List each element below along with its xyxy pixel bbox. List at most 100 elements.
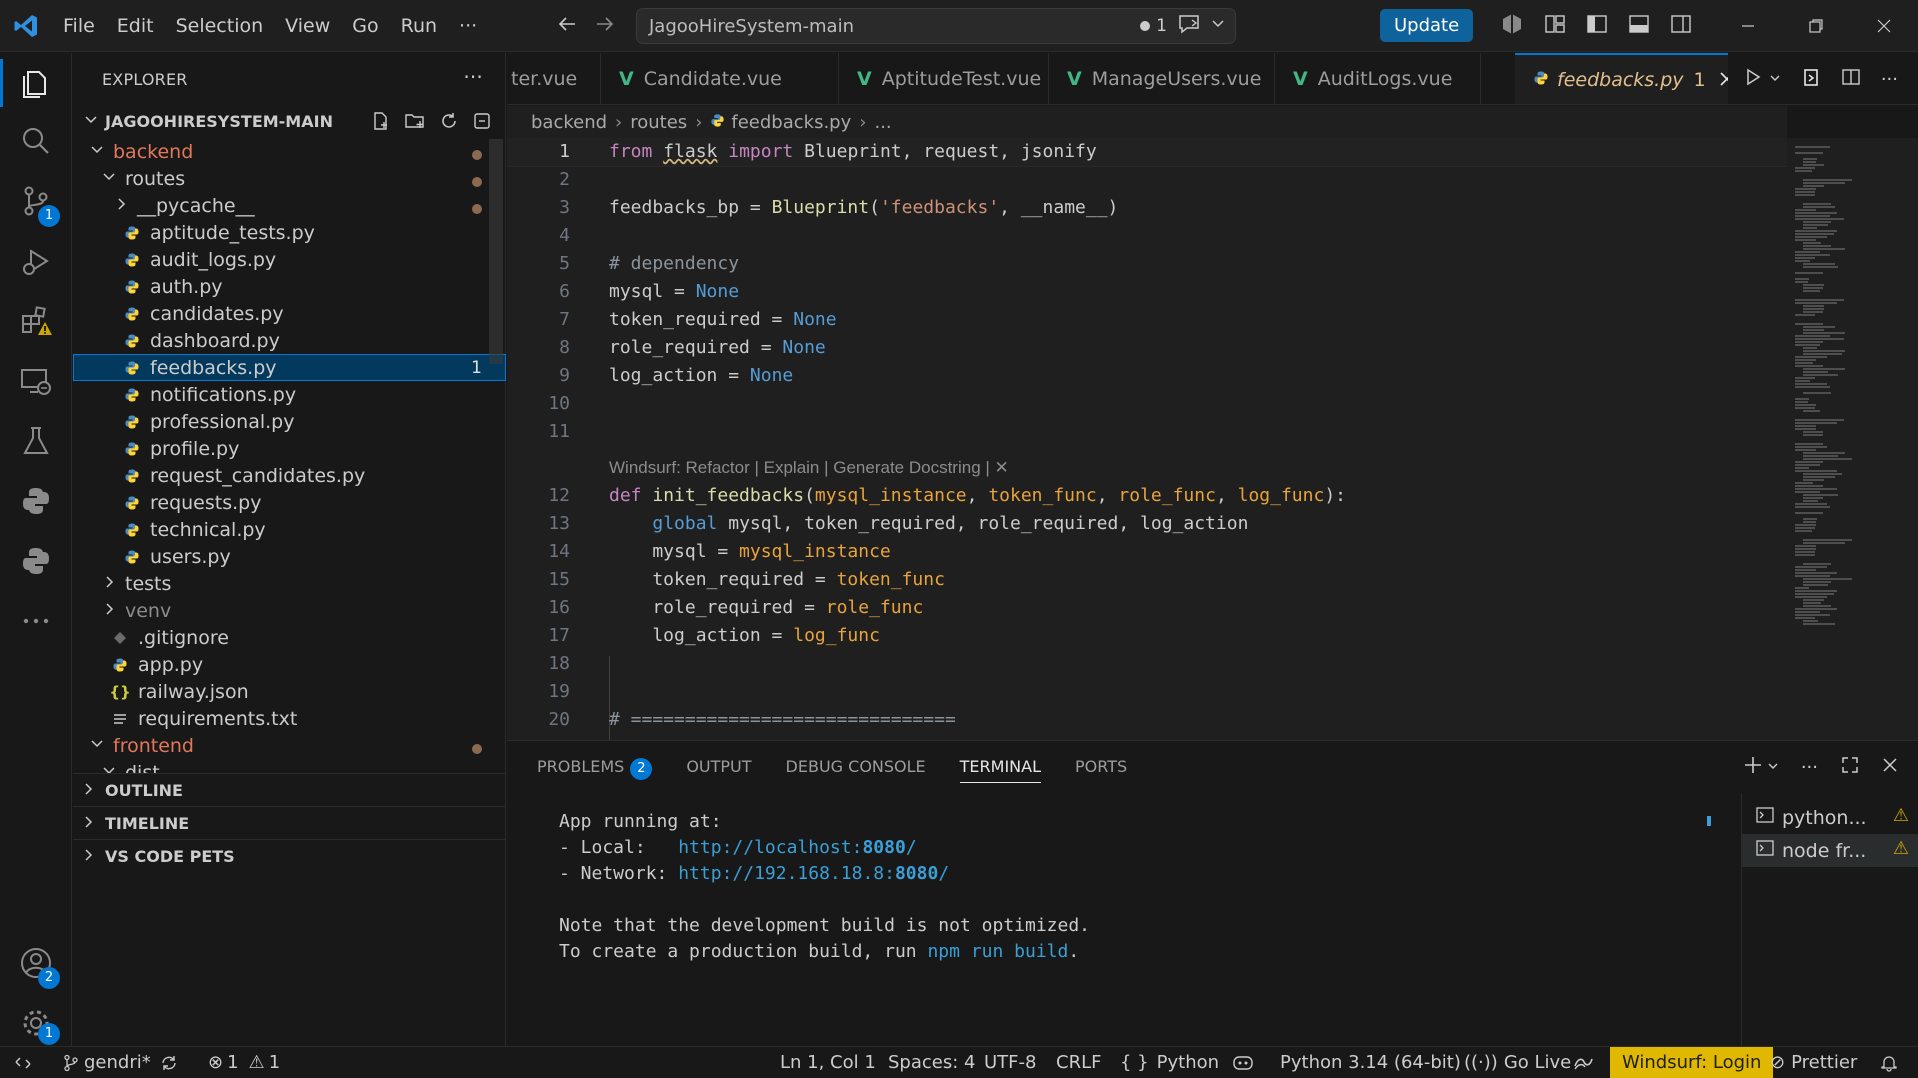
more-actions-icon[interactable]: ··· bbox=[1881, 69, 1898, 90]
toggle-secondary-sidebar-icon[interactable] bbox=[1670, 13, 1692, 40]
chevron-down-icon[interactable] bbox=[1211, 16, 1225, 36]
go-live-button[interactable]: ((·)) Go Live bbox=[1464, 1047, 1571, 1078]
tree-file-audit-logs-py[interactable]: audit_logs.py bbox=[73, 246, 506, 273]
search-icon[interactable] bbox=[0, 111, 72, 171]
restore-icon[interactable] bbox=[1782, 0, 1850, 52]
tree-folder-dist[interactable]: dist bbox=[73, 759, 506, 773]
code-line-15[interactable]: 15 token_required = token_func bbox=[507, 566, 1787, 594]
close-window-icon[interactable] bbox=[1850, 0, 1918, 52]
chevron-down-icon[interactable] bbox=[1769, 69, 1781, 89]
tab-ports[interactable]: PORTS bbox=[1075, 741, 1127, 793]
local-url-link[interactable]: http://localhost:8080/ bbox=[678, 837, 916, 858]
breadcrumb-backend[interactable]: backend bbox=[531, 112, 607, 133]
windsurf-codelens[interactable]: Windsurf: Refactor | Explain | Generate … bbox=[609, 454, 1009, 482]
code-line-12[interactable]: 12 def init_feedbacks(mysql_instance, tok… bbox=[507, 482, 1787, 510]
testing-icon[interactable] bbox=[0, 411, 72, 471]
forward-arrow-icon[interactable] bbox=[594, 13, 616, 40]
tree-file-candidates-py[interactable]: candidates.py bbox=[73, 300, 506, 327]
tree-folder-venv[interactable]: venv bbox=[73, 597, 506, 624]
breadcrumb-file[interactable]: feedbacks.py bbox=[731, 112, 851, 133]
tree-folder-backend[interactable]: backend bbox=[73, 138, 506, 165]
tree-file-aptitude-tests-py[interactable]: aptitude_tests.py bbox=[73, 219, 506, 246]
update-button[interactable]: Update bbox=[1380, 9, 1474, 42]
terminal-output[interactable]: App running at: - Local: http://localhost… bbox=[559, 809, 1659, 965]
code-editor[interactable]: 1 from flask import Blueprint, request, j… bbox=[507, 138, 1787, 740]
encoding[interactable]: UTF-8 bbox=[984, 1047, 1036, 1078]
tab-router-vue[interactable]: ter.vue bbox=[507, 53, 601, 104]
python-icon[interactable] bbox=[0, 471, 72, 531]
code-line-4[interactable]: 4 bbox=[507, 222, 1787, 250]
section-timeline[interactable]: TIMELINE bbox=[73, 806, 506, 839]
terminal-node[interactable]: node fr... ⚠ bbox=[1742, 834, 1918, 867]
tree-file-professional-py[interactable]: professional.py bbox=[73, 408, 506, 435]
tab-debug-console[interactable]: DEBUG CONSOLE bbox=[786, 741, 926, 793]
prettier-status[interactable]: ⊘ Prettier bbox=[1770, 1047, 1857, 1078]
back-arrow-icon[interactable] bbox=[556, 13, 578, 40]
code-line-6[interactable]: 6 mysql = None bbox=[507, 278, 1787, 306]
tree-folder-frontend[interactable]: frontend bbox=[73, 732, 506, 759]
tree-folder-tests[interactable]: tests bbox=[73, 570, 506, 597]
chevron-down-icon[interactable] bbox=[1767, 757, 1779, 777]
menu-run[interactable]: Run bbox=[390, 0, 448, 52]
code-line-16[interactable]: 16 role_required = role_func bbox=[507, 594, 1787, 622]
language-mode[interactable]: { } Python bbox=[1120, 1047, 1219, 1078]
code-line-3[interactable]: 3 feedbacks_bp = Blueprint('feedbacks', _… bbox=[507, 194, 1787, 222]
toggle-primary-sidebar-icon[interactable] bbox=[1586, 13, 1608, 40]
tab-candidate-vue[interactable]: V Candidate.vue bbox=[601, 53, 839, 104]
toggle-panel-icon[interactable] bbox=[1628, 13, 1650, 40]
tree-file-profile-py[interactable]: profile.py bbox=[73, 435, 506, 462]
tree-file-feedbacks-py[interactable]: feedbacks.py 1 bbox=[73, 354, 506, 381]
code-line-14[interactable]: 14 mysql = mysql_instance bbox=[507, 538, 1787, 566]
tab-feedbacks-py[interactable]: feedbacks.py 1 bbox=[1515, 53, 1734, 104]
code-line-18[interactable]: 18 bbox=[507, 650, 1787, 678]
network-url-link[interactable]: http://192.168.18.8:8080/ bbox=[678, 863, 949, 884]
menu-file[interactable]: File bbox=[52, 0, 106, 52]
code-line-11[interactable]: 11 bbox=[507, 418, 1787, 446]
tree-file-railway-json[interactable]: {} railway.json bbox=[73, 678, 506, 705]
line-ending[interactable]: CRLF bbox=[1056, 1047, 1101, 1078]
minimize-icon[interactable] bbox=[1714, 0, 1782, 52]
new-terminal-icon[interactable] bbox=[1743, 755, 1763, 780]
windsurf-status-icon[interactable] bbox=[1572, 1047, 1594, 1078]
accounts-icon[interactable]: 2 bbox=[0, 933, 72, 993]
maximize-panel-icon[interactable] bbox=[1840, 755, 1860, 780]
tree-file-app-py[interactable]: app.py bbox=[73, 651, 506, 678]
source-control-icon[interactable]: 1 bbox=[0, 171, 72, 231]
menu-view[interactable]: View bbox=[274, 0, 341, 52]
cursor-position[interactable]: Ln 1, Col 1 bbox=[780, 1047, 876, 1078]
tab-auditlogs-vue[interactable]: V AuditLogs.vue bbox=[1275, 53, 1481, 104]
tab-terminal[interactable]: TERMINAL bbox=[959, 741, 1042, 793]
customize-layout-icon[interactable] bbox=[1544, 13, 1566, 40]
tree-file-users-py[interactable]: users.py bbox=[73, 543, 506, 570]
tree-file-request-candidates-py[interactable]: request_candidates.py bbox=[73, 462, 506, 489]
code-line-9[interactable]: 9 log_action = None bbox=[507, 362, 1787, 390]
remote-explorer-icon[interactable] bbox=[0, 351, 72, 411]
gear-icon[interactable]: 1 bbox=[0, 993, 72, 1053]
python-environments-icon[interactable] bbox=[0, 531, 72, 591]
menu-go[interactable]: Go bbox=[341, 0, 389, 52]
tab-problems[interactable]: PROBLEMS 2 bbox=[537, 741, 653, 793]
code-line-13[interactable]: 13 global mysql, token_required, role_re… bbox=[507, 510, 1787, 538]
tree-file-dashboard-py[interactable]: dashboard.py bbox=[73, 327, 506, 354]
code-line-19[interactable]: 19 bbox=[507, 678, 1787, 706]
tree-folder-routes[interactable]: routes bbox=[73, 165, 506, 192]
run-debug-icon[interactable] bbox=[0, 231, 72, 291]
tab-output[interactable]: OUTPUT bbox=[686, 741, 751, 793]
close-panel-icon[interactable] bbox=[1882, 757, 1898, 778]
breadcrumb-symbols[interactable]: ... bbox=[874, 112, 891, 133]
tab-aptitudetest-vue[interactable]: V AptitudeTest.vue bbox=[839, 53, 1049, 104]
indentation[interactable]: Spaces: 4 bbox=[888, 1047, 975, 1078]
menu-selection[interactable]: Selection bbox=[165, 0, 275, 52]
tree-file-technical-py[interactable]: technical.py bbox=[73, 516, 506, 543]
section-vscode-pets[interactable]: VS CODE PETS bbox=[73, 839, 506, 872]
code-line-5[interactable]: 5 # dependency bbox=[507, 250, 1787, 278]
section-outline[interactable]: OUTLINE bbox=[73, 773, 506, 806]
tree-file-auth-py[interactable]: auth.py bbox=[73, 273, 506, 300]
code-line-10[interactable]: 10 bbox=[507, 390, 1787, 418]
sync-icon[interactable] bbox=[160, 1047, 178, 1078]
remote-indicator-icon[interactable] bbox=[14, 1047, 32, 1078]
run-file-icon[interactable] bbox=[1743, 67, 1763, 92]
terminal-python[interactable]: python... ⚠ bbox=[1742, 801, 1918, 834]
explorer-icon[interactable] bbox=[0, 53, 72, 113]
code-line-20[interactable]: 20 # ============================== bbox=[507, 706, 1787, 734]
